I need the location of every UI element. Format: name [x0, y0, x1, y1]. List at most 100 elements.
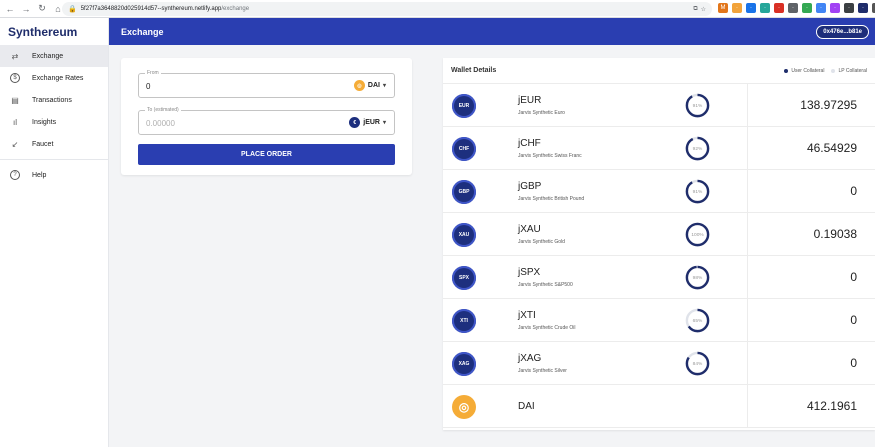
wallet-title: Wallet Details — [451, 67, 497, 74]
extension-icon[interactable]: · — [830, 3, 840, 13]
column-divider — [747, 256, 748, 299]
column-divider — [747, 127, 748, 170]
extension-icon[interactable]: · — [816, 3, 826, 13]
to-field[interactable]: To (estimated) 0.00000 € jEUR ▾ — [138, 107, 395, 135]
from-field[interactable]: From 0 ◎ DAI ▾ — [138, 70, 395, 98]
token-row[interactable]: XTI jXTI Jarvis Synthetic Crude Oil 65% 0 — [443, 299, 875, 342]
extension-icon[interactable]: · — [760, 3, 770, 13]
page-title: Exchange — [121, 26, 164, 37]
token-name: Jarvis Synthetic S&P500 — [518, 282, 573, 288]
from-amount-input[interactable]: 0 — [146, 82, 150, 91]
extension-icon[interactable]: · — [732, 3, 742, 13]
token-logo-icon: GBP — [452, 180, 476, 204]
collateral-percent: 91% — [693, 103, 703, 109]
browser-toolbar: ← → ↻ ⌂ 🔒 5f27f7a3648820d025914d57--synt… — [0, 0, 875, 18]
user-collateral-dot-icon — [784, 68, 789, 73]
column-divider — [747, 299, 748, 342]
metamask-extension-icon[interactable]: M — [718, 3, 728, 13]
extension-icon[interactable]: · — [858, 3, 868, 13]
legend-user-label: User Collateral — [791, 67, 825, 74]
token-name: Jarvis Synthetic Crude Oil — [518, 325, 576, 331]
wallet-header: Wallet Details User Collateral LP Collat… — [443, 58, 875, 84]
arrow-down-left-icon: ↙ — [11, 139, 19, 149]
column-divider — [747, 84, 748, 127]
token-name: Jarvis Synthetic British Pound — [518, 196, 585, 202]
token-symbol: jXAU — [518, 224, 541, 235]
extension-icon[interactable]: · — [774, 3, 784, 13]
url-text: 5f27f7a3648820d025914d57--synthereum.net… — [80, 6, 250, 12]
extension-icon[interactable]: · — [844, 3, 854, 13]
to-token-select[interactable]: € jEUR ▾ — [349, 117, 386, 128]
back-icon[interactable]: ← — [4, 3, 16, 15]
place-order-button[interactable]: PLACE ORDER — [138, 144, 395, 165]
collateral-percent: 92% — [693, 146, 703, 152]
sidebar-item-label: Transactions — [32, 96, 72, 104]
brand-logo[interactable]: Synthereum — [0, 18, 109, 45]
token-balance: 0 — [850, 313, 857, 327]
sidebar-item-insights[interactable]: ıl Insights — [0, 111, 108, 133]
token-symbol: jCHF — [518, 138, 541, 149]
token-row[interactable]: GBP jGBP Jarvis Synthetic British Pound 91%… — [443, 170, 875, 213]
token-row[interactable]: CHF jCHF Jarvis Synthetic Swiss Franc 92% 46… — [443, 127, 875, 170]
wallet-details-panel: Wallet Details User Collateral LP Collat… — [443, 58, 875, 430]
token-row[interactable]: ◎ DAI 412.1961 — [443, 385, 875, 428]
token-symbol: jGBP — [518, 181, 542, 192]
from-token-select[interactable]: ◎ DAI ▾ — [353, 80, 386, 91]
token-logo-icon: SPX — [452, 266, 476, 290]
dollar-circle-icon: $ — [10, 73, 20, 83]
help-circle-icon: ? — [10, 170, 20, 180]
collateral-ratio-ring: 65% — [685, 308, 710, 333]
extension-icon[interactable]: · — [802, 3, 812, 13]
wallet-token-list: EUR jEUR Jarvis Synthetic Euro 91% 138.97295… — [443, 84, 875, 428]
from-label: From — [145, 70, 161, 76]
collateral-ratio-ring: 91% — [685, 179, 710, 204]
token-row[interactable]: SPX jSPX Jarvis Synthetic S&P500 98% 0 — [443, 256, 875, 299]
collateral-percent: 91% — [693, 189, 703, 195]
extension-icon[interactable]: · — [746, 3, 756, 13]
collateral-ratio-ring: 100% — [685, 222, 710, 247]
token-symbol: jEUR — [518, 95, 542, 106]
token-row[interactable]: XAG jXAG Jarvis Synthetic Silver 84% 0 — [443, 342, 875, 385]
token-balance: 412.1961 — [806, 399, 857, 413]
column-divider — [747, 170, 748, 213]
reload-icon[interactable]: ↻ — [36, 3, 48, 15]
sidebar-item-help[interactable]: ? Help — [0, 164, 108, 186]
token-name: Jarvis Synthetic Gold — [518, 239, 565, 245]
sidebar-item-label: Faucet — [32, 140, 54, 148]
brand-name: Synthereum — [8, 24, 78, 39]
collateral-percent: 100% — [691, 232, 704, 238]
sidebar-item-exchange[interactable]: ⇄ Exchange — [0, 45, 108, 67]
to-amount-input[interactable]: 0.00000 — [146, 119, 175, 128]
bar-chart-icon: ıl — [13, 117, 17, 127]
token-name: Jarvis Synthetic Silver — [518, 368, 567, 374]
sidebar-item-faucet[interactable]: ↙ Faucet — [0, 133, 108, 155]
bookmark-star-icon[interactable]: ☆ — [701, 6, 706, 13]
sidebar-item-transactions[interactable]: ▤ Transactions — [0, 89, 108, 111]
list-icon: ▤ — [11, 95, 19, 105]
token-row[interactable]: XAU jXAU Jarvis Synthetic Gold 100% 0.19038 — [443, 213, 875, 256]
collateral-legend: User Collateral LP Collateral — [784, 68, 867, 74]
token-name: Jarvis Synthetic Euro — [518, 110, 565, 116]
sidebar-item-label: Help — [32, 171, 47, 179]
sidebar-item-label: Exchange Rates — [32, 74, 84, 82]
token-logo-icon: XTI — [452, 309, 476, 333]
dai-logo-icon: ◎ — [452, 395, 476, 419]
token-balance: 46.54929 — [806, 141, 857, 155]
collateral-ratio-ring: 92% — [685, 136, 710, 161]
address-bar[interactable]: 🔒 5f27f7a3648820d025914d57--synthereum.n… — [62, 2, 712, 16]
forward-icon[interactable]: → — [20, 3, 32, 15]
token-row[interactable]: EUR jEUR Jarvis Synthetic Euro 91% 138.97295 — [443, 84, 875, 127]
tabs-icon[interactable]: ⧉ — [693, 6, 697, 13]
sidebar-divider — [0, 159, 108, 160]
chevron-down-icon: ▾ — [382, 120, 386, 126]
app-header: Synthereum Exchange 0x476e...b81e — [0, 18, 875, 45]
swap-icon: ⇄ — [11, 51, 19, 61]
column-divider — [747, 342, 748, 385]
sidebar-item-exchange-rates[interactable]: $ Exchange Rates — [0, 67, 108, 89]
from-token-label: DAI — [367, 82, 380, 89]
page-header: Exchange 0x476e...b81e — [109, 18, 875, 45]
token-logo-icon: XAG — [452, 352, 476, 376]
wallet-address-button[interactable]: 0x476e...b81e — [816, 24, 869, 39]
extension-icon[interactable]: · — [788, 3, 798, 13]
collateral-percent: 65% — [693, 318, 703, 324]
